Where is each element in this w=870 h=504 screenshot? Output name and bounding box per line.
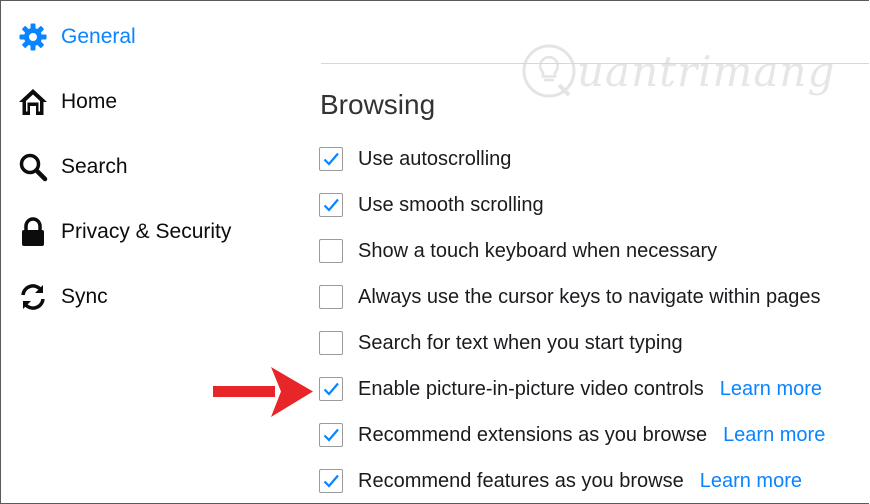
option-autoscrolling[interactable]: Use autoscrolling	[319, 144, 511, 174]
sidebar-item-label: Privacy & Security	[61, 220, 232, 243]
learn-more-link[interactable]: Learn more	[723, 424, 825, 447]
section-heading-browsing: Browsing	[320, 89, 436, 120]
lock-icon	[17, 216, 49, 248]
section-divider	[321, 63, 869, 64]
picture-in-picture-checkbox[interactable]	[319, 377, 343, 401]
autoscrolling-checkbox[interactable]	[319, 147, 343, 171]
sidebar-item-search[interactable]: Search	[17, 150, 128, 184]
sidebar-item-sync[interactable]: Sync	[17, 280, 108, 314]
sidebar-item-label: Sync	[61, 285, 108, 308]
option-label: Use smooth scrolling	[358, 193, 544, 216]
watermark-text: uantrimang	[577, 46, 836, 96]
sidebar-item-privacy-security[interactable]: Privacy & Security	[17, 215, 231, 249]
option-picture-in-picture[interactable]: Enable picture-in-picture video controls…	[319, 374, 822, 404]
watermark-logo: uantrimang	[521, 43, 835, 99]
checkmark-icon	[323, 198, 339, 212]
recommend-features-checkbox[interactable]	[319, 469, 343, 493]
checkmark-icon	[323, 152, 339, 166]
option-label: Enable picture-in-picture video controls	[358, 377, 704, 400]
sidebar-item-label: Home	[61, 90, 118, 113]
search-text-checkbox[interactable]	[319, 331, 343, 355]
sidebar-item-label: Search	[61, 155, 128, 178]
search-icon	[17, 151, 49, 183]
option-label: Show a touch keyboard when necessary	[358, 239, 718, 262]
cursor-keys-checkbox[interactable]	[319, 285, 343, 309]
option-label: Recommend extensions as you browse	[358, 423, 708, 446]
option-recommend-extensions[interactable]: Recommend extensions as you browse Learn…	[319, 420, 825, 450]
home-icon	[17, 86, 49, 118]
option-cursor-keys[interactable]: Always use the cursor keys to navigate w…	[319, 282, 820, 312]
option-search-text-typing[interactable]: Search for text when you start typing	[319, 328, 683, 358]
sidebar-item-home[interactable]: Home	[17, 85, 117, 119]
learn-more-link[interactable]: Learn more	[720, 378, 822, 401]
checkmark-icon	[323, 382, 339, 396]
red-arrow-annotation	[213, 367, 313, 417]
checkmark-icon	[323, 474, 339, 488]
touch-keyboard-checkbox[interactable]	[319, 239, 343, 263]
option-touch-keyboard[interactable]: Show a touch keyboard when necessary	[319, 236, 717, 266]
sidebar-item-label: General	[61, 25, 136, 48]
checkmark-icon	[323, 428, 339, 442]
option-label: Always use the cursor keys to navigate w…	[358, 285, 821, 308]
sidebar-item-general[interactable]: General	[17, 20, 136, 54]
watermark-bulb-icon	[522, 44, 576, 98]
gear-icon	[17, 21, 49, 53]
smooth-scrolling-checkbox[interactable]	[319, 193, 343, 217]
option-smooth-scrolling[interactable]: Use smooth scrolling	[319, 190, 544, 220]
sync-icon	[17, 281, 49, 313]
option-label: Recommend features as you browse	[358, 469, 684, 492]
preferences-window: General Home Search Privacy & Security S…	[0, 0, 869, 504]
option-label: Use autoscrolling	[358, 147, 512, 170]
learn-more-link[interactable]: Learn more	[700, 470, 802, 493]
recommend-extensions-checkbox[interactable]	[319, 423, 343, 447]
option-recommend-features[interactable]: Recommend features as you browse Learn m…	[319, 466, 802, 496]
option-label: Search for text when you start typing	[358, 331, 683, 354]
